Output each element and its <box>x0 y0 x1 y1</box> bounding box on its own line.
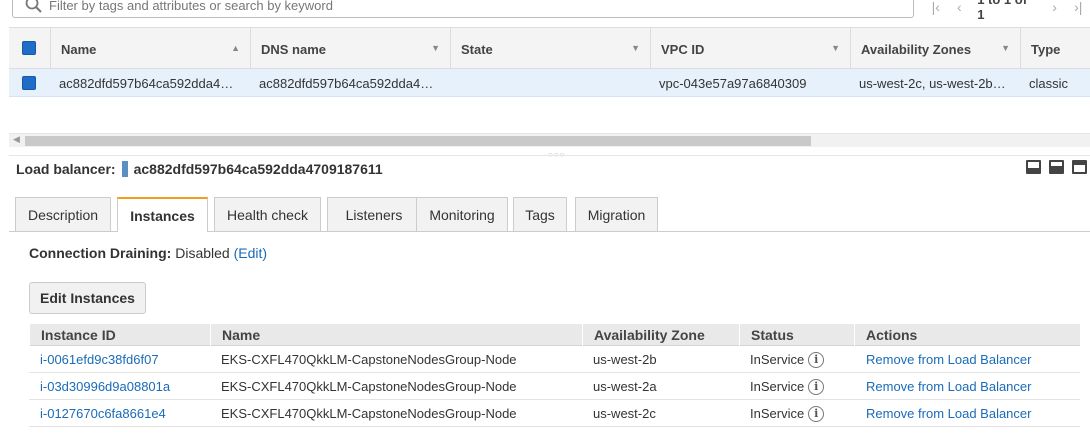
info-icon[interactable]: i <box>808 405 825 422</box>
table-row[interactable]: ac882dfd597b64ca592dda4… ac882dfd597b64c… <box>9 69 1090 97</box>
status-text: InService <box>750 352 805 367</box>
cell-azs: us-west-2c, us-west-2b… <box>859 75 1006 91</box>
drain-label: Connection Draining: <box>29 245 172 261</box>
col-header-vpc[interactable]: VPC ID ▼ <box>650 28 850 70</box>
lb-name: ac882dfd597b64ca592dda4709187611 <box>133 161 383 177</box>
cell-type: classic <box>1029 75 1069 91</box>
tab-listeners[interactable]: Listeners <box>327 197 421 231</box>
instance-id-link[interactable]: i-03d30996d9a08801a <box>29 373 170 400</box>
details-tabs: Description Instances Health check Liste… <box>15 197 1090 232</box>
col-header-az: Availability Zone <box>582 324 739 346</box>
instances-table: Instance ID Name Availability Zone Statu… <box>29 324 1080 427</box>
status-text: InService <box>750 379 805 394</box>
remove-from-lb-link[interactable]: Remove from Load Balancer <box>855 346 1031 373</box>
tab-description[interactable]: Description <box>15 197 111 231</box>
filter-search-input[interactable]: Filter by tags and attributes or search … <box>12 0 914 18</box>
view-maximize-icon[interactable] <box>1072 160 1087 174</box>
col-header-azs[interactable]: Availability Zones ▼ <box>850 28 1020 70</box>
panel-view-toggle <box>1026 160 1087 174</box>
instance-name: EKS-CXFL470QkkLM-CapstoneNodesGroup-Node <box>221 379 517 394</box>
drain-edit-link[interactable]: (Edit) <box>234 245 267 261</box>
instances-table-header: Instance ID Name Availability Zone Statu… <box>29 324 1080 346</box>
col-header-instance-id: Instance ID <box>29 324 210 346</box>
info-icon[interactable]: i <box>808 351 825 368</box>
tab-migration[interactable]: Migration <box>575 197 658 231</box>
next-page-icon[interactable]: › <box>1043 0 1067 16</box>
instance-az: us-west-2b <box>593 352 657 367</box>
table-row: i-0061efd9c38fd6f07 EKS-CXFL470QkkLM-Cap… <box>29 346 1080 373</box>
table-row: i-03d30996d9a08801a EKS-CXFL470QkkLM-Cap… <box>29 373 1080 400</box>
sort-icon: ▼ <box>1001 43 1010 53</box>
status-text: InService <box>750 406 805 421</box>
cell-name: ac882dfd597b64ca592dda4… <box>59 75 234 91</box>
info-icon[interactable]: i <box>808 378 825 395</box>
col-header-status: Status <box>739 324 854 346</box>
instance-id-link[interactable]: i-0127670c6fa8661e4 <box>29 400 166 427</box>
table-row: i-0127670c6fa8661e4 EKS-CXFL470QkkLM-Cap… <box>29 400 1080 427</box>
first-page-icon[interactable]: |‹ <box>924 0 948 16</box>
view-bottom-small-icon[interactable] <box>1026 160 1041 174</box>
scroll-left-icon[interactable]: ◀ <box>13 134 20 145</box>
sort-asc-icon: ▲ <box>231 43 240 53</box>
tab-monitoring[interactable]: Monitoring <box>416 197 508 231</box>
sort-icon: ▼ <box>431 43 440 53</box>
tab-health-check[interactable]: Health check <box>214 197 321 231</box>
col-header-instance-name: Name <box>210 324 582 346</box>
panel-divider <box>9 155 1090 156</box>
grid-header: Name ▲ DNS name ▼ State ▼ VPC ID ▼ Availabil… <box>9 27 1090 70</box>
prev-page-icon[interactable]: ‹ <box>948 0 972 16</box>
remove-from-lb-link[interactable]: Remove from Load Balancer <box>855 373 1031 400</box>
cell-vpc: vpc-043e57a97a6840309 <box>659 75 807 91</box>
details-label: Load balancer: <box>16 161 116 177</box>
instance-az: us-west-2c <box>593 406 656 421</box>
pagination: |‹ ‹ 1 to 1 of 1 › ›| <box>924 0 1090 22</box>
scrollbar-thumb[interactable] <box>25 136 811 146</box>
row-checkbox[interactable] <box>22 76 36 90</box>
remove-from-lb-link[interactable]: Remove from Load Balancer <box>855 400 1031 427</box>
tab-instances[interactable]: Instances <box>117 197 208 232</box>
cell-state <box>449 69 649 97</box>
instance-name: EKS-CXFL470QkkLM-CapstoneNodesGroup-Node <box>221 406 517 421</box>
pager-text: 1 to 1 of 1 <box>977 0 1027 22</box>
sort-icon: ▼ <box>831 43 840 53</box>
horizontal-scrollbar[interactable]: ◀ <box>9 133 1090 147</box>
view-bottom-large-icon[interactable] <box>1049 160 1064 174</box>
instance-az: us-west-2a <box>593 379 657 394</box>
col-header-type[interactable]: Type <box>1020 28 1090 70</box>
instance-name: EKS-CXFL470QkkLM-CapstoneNodesGroup-Node <box>221 352 517 367</box>
filter-placeholder: Filter by tags and attributes or search … <box>49 0 333 13</box>
details-title: Load balancer: ac882dfd597b64ca592dda470… <box>16 160 383 178</box>
lb-color-tag <box>121 161 128 177</box>
load-balancer-grid: Name ▲ DNS name ▼ State ▼ VPC ID ▼ Availabil… <box>9 27 1090 97</box>
select-all-checkbox[interactable] <box>22 41 36 55</box>
last-page-icon[interactable]: ›| <box>1066 0 1090 16</box>
tab-tags[interactable]: Tags <box>513 197 567 231</box>
instance-status: InService i <box>739 400 825 427</box>
col-header-actions: Actions <box>854 324 1080 346</box>
edit-instances-button[interactable]: Edit Instances <box>29 282 146 314</box>
connection-draining: Connection Draining: Disabled (Edit) <box>29 245 267 261</box>
filter-bar: Filter by tags and attributes or search … <box>0 0 1090 22</box>
instance-status: InService i <box>739 346 825 373</box>
col-header-dns[interactable]: DNS name ▼ <box>250 28 450 70</box>
instance-status: InService i <box>739 373 825 400</box>
sort-icon: ▼ <box>631 43 640 53</box>
instance-id-link[interactable]: i-0061efd9c38fd6f07 <box>29 346 159 373</box>
col-header-name[interactable]: Name ▲ <box>50 28 250 70</box>
cell-dns: ac882dfd597b64ca592dda4… <box>259 75 434 91</box>
col-header-state[interactable]: State ▼ <box>450 28 650 70</box>
drain-value: Disabled <box>175 245 230 261</box>
search-icon <box>25 0 42 13</box>
